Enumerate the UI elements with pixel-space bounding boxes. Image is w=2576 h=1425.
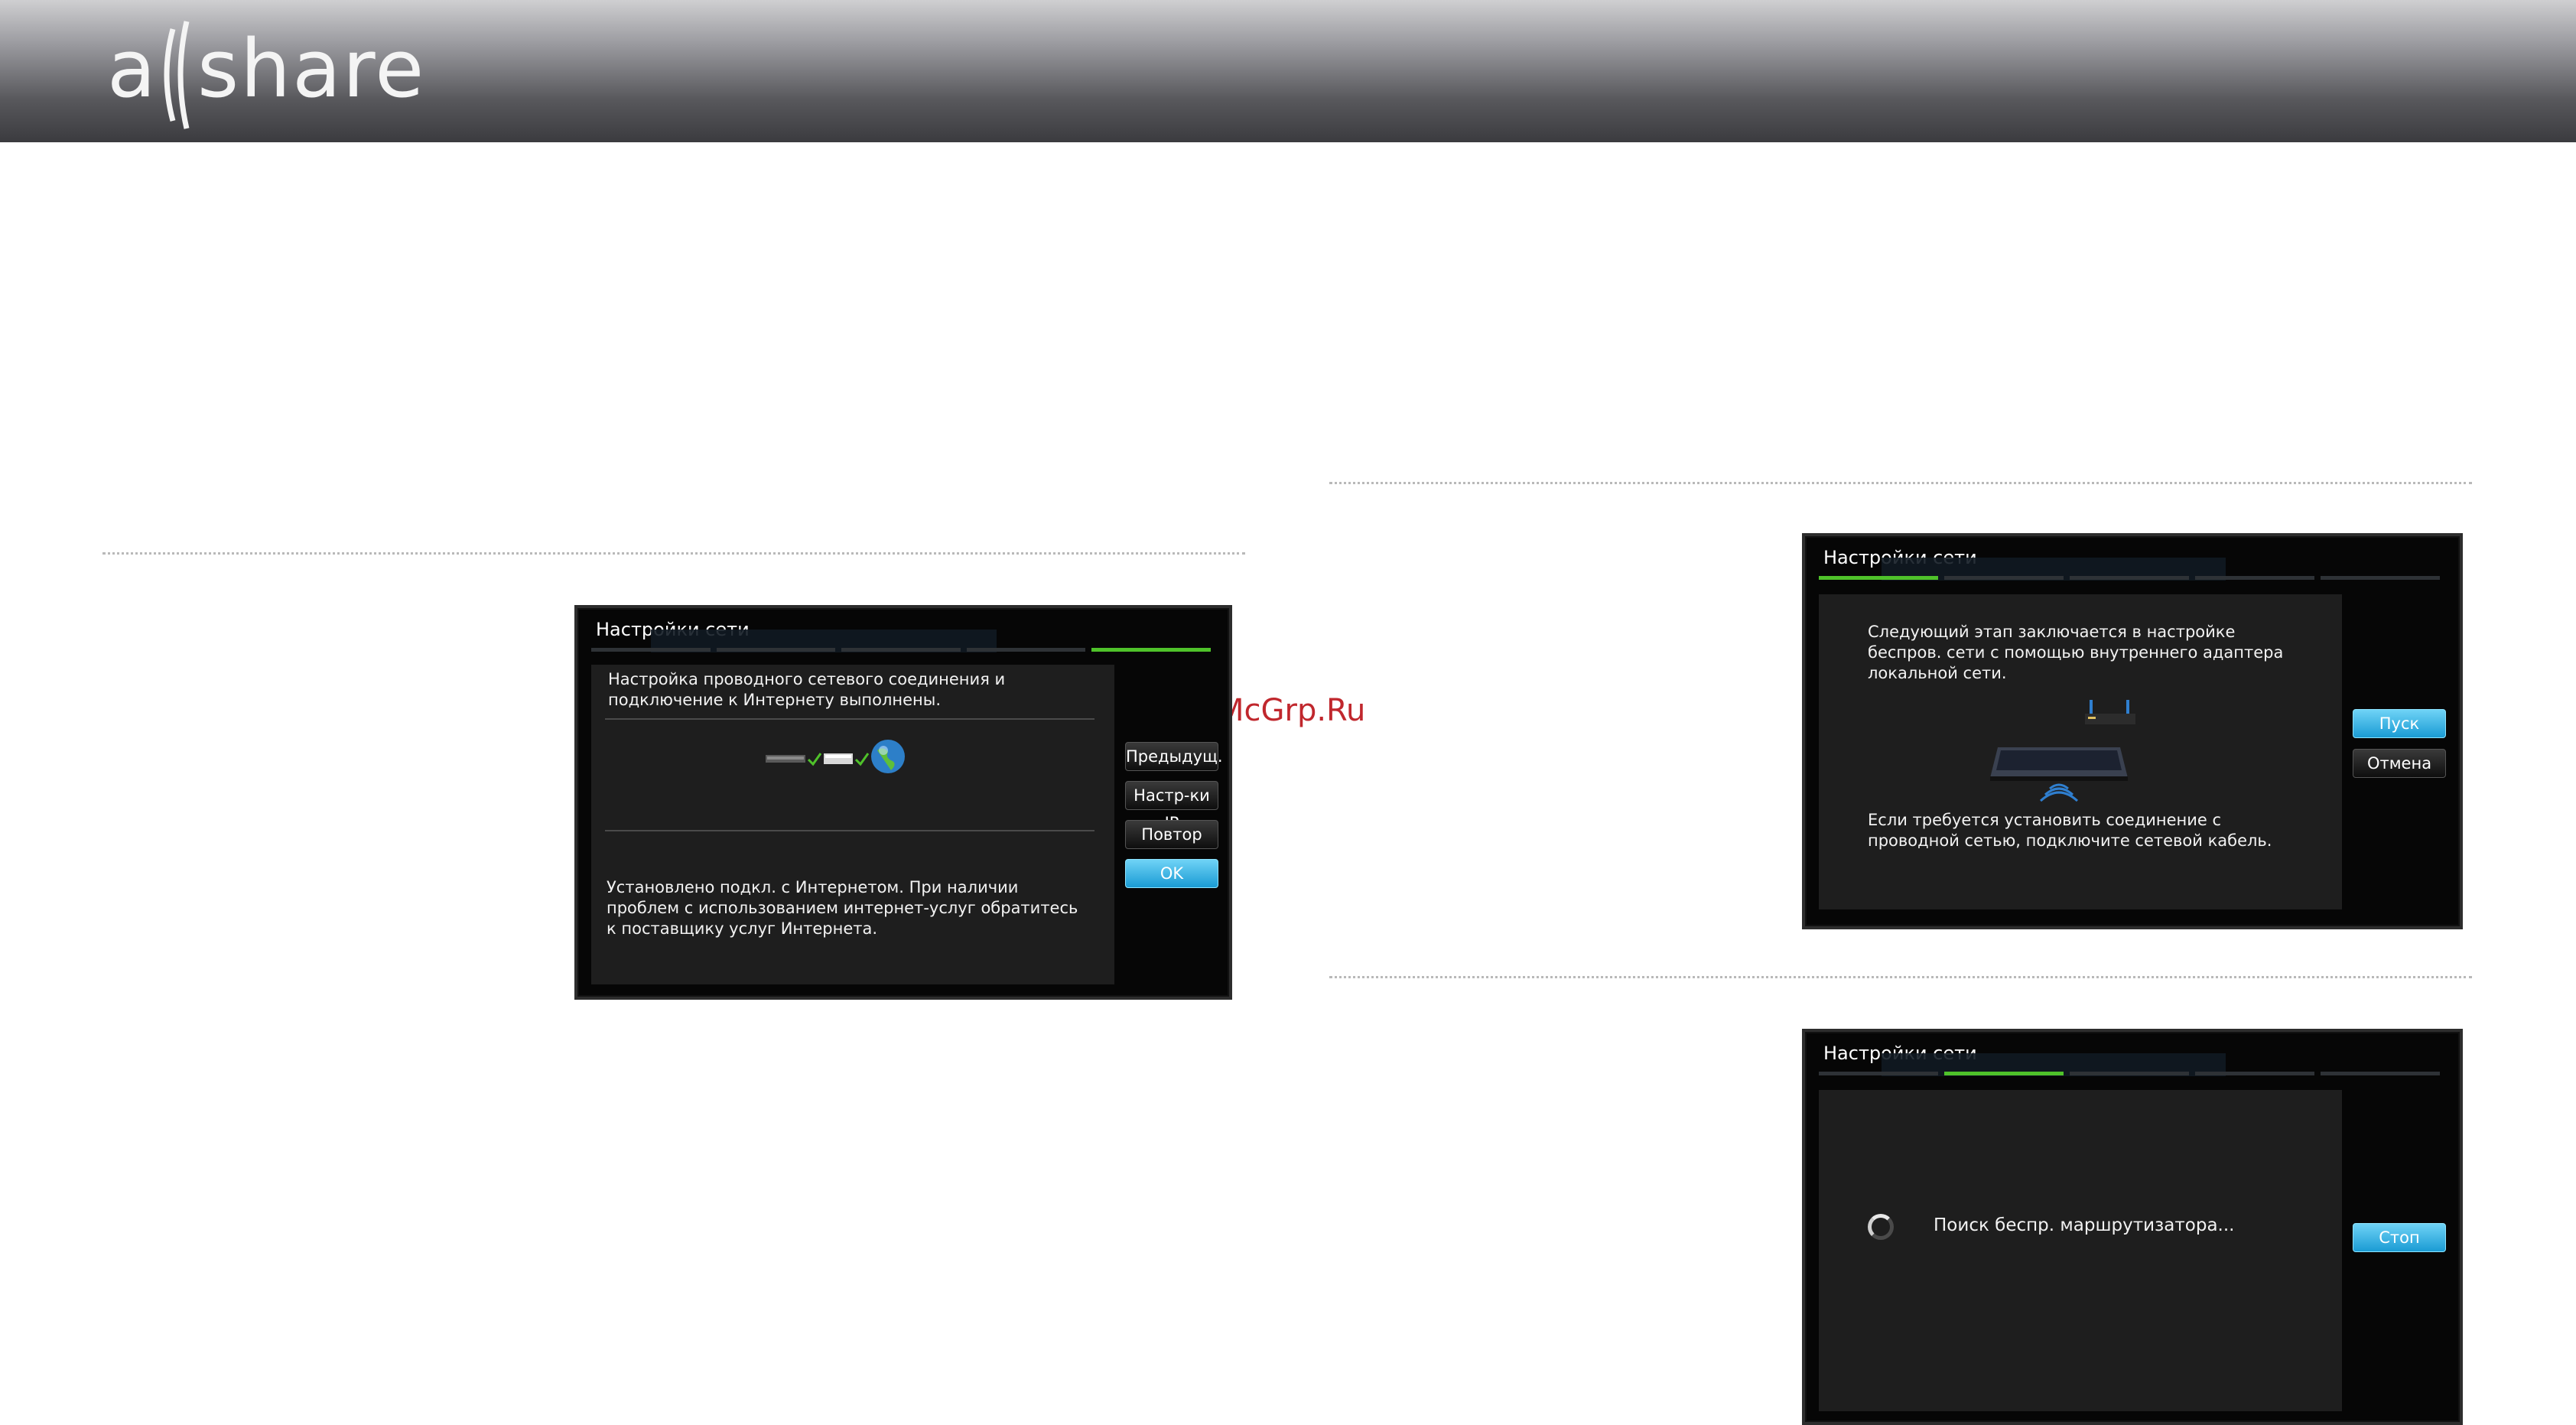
allshare-logo-mark: a share bbox=[107, 21, 425, 129]
progress-steps bbox=[1819, 576, 2440, 581]
progress-steps bbox=[591, 648, 1211, 652]
tv-screen-searching: Настройки сети Поиск беспр. маршрутизато… bbox=[1802, 1029, 2463, 1425]
dialog-panel: Следующий этап заключается в настройке б… bbox=[1819, 594, 2342, 909]
separator-left bbox=[102, 552, 1245, 555]
search-status: Поиск беспр. маршрутизатора... bbox=[1934, 1215, 2235, 1235]
start-button[interactable]: Пуск bbox=[2353, 709, 2446, 738]
header-bar: a share bbox=[0, 0, 2576, 142]
separator-right-bottom bbox=[1329, 976, 2472, 978]
dialog-panel: Поиск беспр. маршрутизатора... bbox=[1819, 1090, 2342, 1411]
previous-button[interactable]: Предыдущ. bbox=[1125, 742, 1223, 771]
progress-steps bbox=[1819, 1072, 2440, 1076]
message-bottom: Установлено подкл. с Интернетом. При нал… bbox=[607, 878, 1078, 938]
retry-button[interactable]: Повтор bbox=[1125, 820, 1218, 849]
divider-top bbox=[605, 718, 1094, 720]
divider-bottom bbox=[605, 830, 1094, 831]
wireless-adapter-icon bbox=[1990, 700, 2135, 802]
message-top: Следующий этап заключается в настройке б… bbox=[1868, 623, 2284, 682]
svg-text:a: a bbox=[107, 22, 158, 115]
tv-screen-wireless-intro: Настройки сети Следующий этап заключаетс… bbox=[1802, 533, 2463, 929]
watermark: McGrp.Ru bbox=[1218, 693, 1366, 728]
message-top: Настройка проводного сетевого соединения… bbox=[608, 670, 1006, 709]
stop-button[interactable]: Стоп bbox=[2353, 1223, 2446, 1252]
cancel-button[interactable]: Отмена bbox=[2353, 749, 2446, 778]
message-bottom: Если требуется установить соединение с п… bbox=[1868, 811, 2272, 850]
svg-text:share: share bbox=[197, 22, 425, 115]
dialog-panel: Настройка проводного сетевого соединения… bbox=[591, 665, 1114, 984]
tv-screen-wired-done: Настройки сети Настройка проводного сете… bbox=[574, 605, 1232, 1000]
network-connection-icon bbox=[766, 740, 905, 773]
ok-button[interactable]: OK bbox=[1125, 859, 1218, 888]
ip-settings-button[interactable]: Настр-ки IP bbox=[1125, 781, 1218, 832]
loading-spinner-icon bbox=[1868, 1214, 1894, 1240]
separator-right-top bbox=[1329, 482, 2472, 484]
